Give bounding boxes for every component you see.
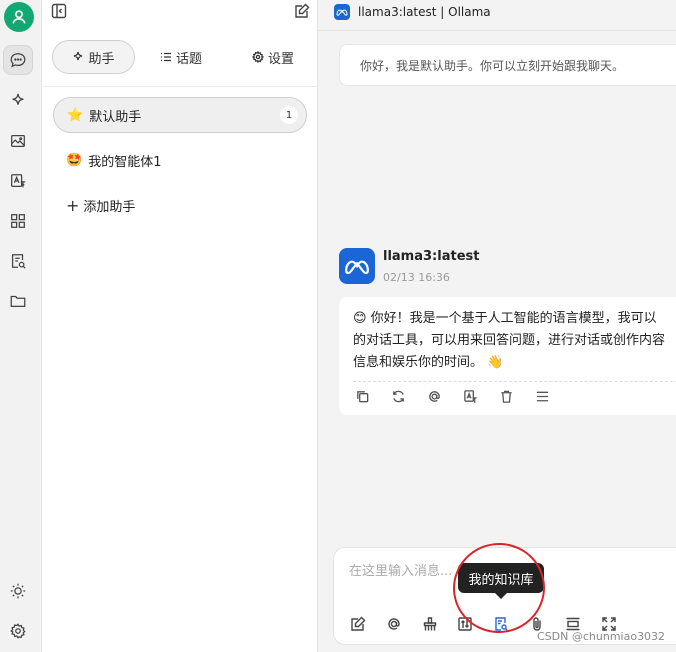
translate-icon xyxy=(11,174,26,188)
tab-topics[interactable]: 话题 xyxy=(152,40,210,74)
sparkle-icon xyxy=(74,51,83,61)
greeting-message: 你好，我是默认助手。你可以立刻开始跟我聊天。 xyxy=(339,44,676,86)
translate-nav-icon[interactable] xyxy=(3,166,33,196)
list-icon xyxy=(160,52,171,62)
meta-logo-icon xyxy=(334,4,350,20)
grid-icon xyxy=(11,214,25,228)
knowledge-nav-icon[interactable] xyxy=(3,246,33,276)
image-nav-icon[interactable] xyxy=(3,126,33,156)
assistant-panel: 助手 话题 设置 ⭐ 默认助手 1 🤩 我的智能体1 + 添加助手 xyxy=(42,0,318,652)
star-struck-icon: 🤩 xyxy=(66,152,83,168)
tab-assistant-label: 助手 xyxy=(88,51,115,67)
assistant-item-agent[interactable]: 🤩 我的智能体1 xyxy=(53,142,307,178)
panel-tabs: 助手 话题 设置 xyxy=(52,40,310,76)
translate-button[interactable] xyxy=(463,389,478,408)
plus-icon: + xyxy=(66,195,80,215)
sidebar-toggle-icon[interactable] xyxy=(51,3,67,19)
new-chat-icon[interactable] xyxy=(294,3,310,19)
knowledge-search-icon xyxy=(11,254,26,269)
mention-model-button[interactable] xyxy=(384,614,404,634)
tab-settings[interactable]: 设置 xyxy=(240,40,306,74)
chat-nav-icon[interactable] xyxy=(3,45,33,75)
mention-button[interactable] xyxy=(427,389,442,408)
message-line: 😊 你好！我是一个基于人工智能的语言模型，我可以 xyxy=(353,311,657,326)
meta-logo-icon xyxy=(345,260,369,274)
model-avatar xyxy=(339,248,375,284)
regenerate-button[interactable] xyxy=(391,389,406,408)
message-timestamp: 02/13 16:36 xyxy=(383,271,450,284)
apps-nav-icon[interactable] xyxy=(3,206,33,236)
edit-icon xyxy=(351,616,366,631)
tab-settings-label: 设置 xyxy=(267,51,294,67)
message-input[interactable]: 在这里输入消息... xyxy=(349,560,452,579)
sparkle-nav-icon[interactable] xyxy=(3,86,33,116)
new-topic-button[interactable] xyxy=(348,614,368,634)
assistant-name: 默认助手 xyxy=(89,109,142,125)
divider xyxy=(42,86,318,87)
image-icon xyxy=(11,134,25,148)
menu-icon xyxy=(536,391,549,402)
settings-nav-icon[interactable] xyxy=(3,616,33,646)
chat-bubble-icon xyxy=(10,53,26,68)
assistant-item-default[interactable]: ⭐ 默认助手 1 xyxy=(53,97,307,133)
greeting-text: 你好，我是默认助手。你可以立刻开始跟我聊天。 xyxy=(360,58,625,73)
gear-icon xyxy=(10,623,26,639)
header-divider xyxy=(318,30,676,31)
user-avatar[interactable] xyxy=(4,2,34,32)
trash-icon xyxy=(501,390,512,403)
more-button[interactable] xyxy=(535,389,550,408)
star-icon: ⭐ xyxy=(67,107,84,123)
message-line: 信息和娱乐你的时间。 👋 xyxy=(353,355,504,370)
theme-toggle[interactable] xyxy=(3,576,33,606)
tab-assistant[interactable]: 助手 xyxy=(52,40,135,74)
add-assistant-label: 添加助手 xyxy=(83,199,136,215)
broom-icon xyxy=(423,617,437,631)
user-icon xyxy=(12,10,26,24)
add-assistant-button[interactable]: + 添加助手 xyxy=(53,187,307,223)
sun-icon xyxy=(10,583,26,599)
at-icon xyxy=(429,391,440,402)
clear-button[interactable] xyxy=(420,614,440,634)
gear-icon xyxy=(251,51,264,63)
chat-header: llama3:latest | Ollama xyxy=(318,0,676,24)
message-line: 的对话工具，可以用来回答问题，进行对话或创作内容 xyxy=(353,333,666,348)
files-nav-icon[interactable] xyxy=(3,286,33,316)
assistant-message-bubble: 😊 你好！我是一个基于人工智能的语言模型，我可以 的对话工具，可以用来回答问题，… xyxy=(339,297,676,415)
translate-icon xyxy=(464,390,477,403)
folder-icon xyxy=(10,295,26,308)
sparkle-icon xyxy=(12,93,24,105)
copy-icon xyxy=(357,391,369,403)
at-icon xyxy=(388,618,400,630)
chat-title: llama3:latest | Ollama xyxy=(358,5,491,19)
copy-button[interactable] xyxy=(355,389,370,408)
panel-toolbar xyxy=(42,0,317,24)
icon-rail xyxy=(0,0,42,652)
watermark: CSDN @chunmiao3032 xyxy=(537,630,666,643)
tab-topics-label: 话题 xyxy=(175,51,202,67)
topic-count-badge: 1 xyxy=(280,106,298,124)
assistant-name: 我的智能体1 xyxy=(88,154,162,170)
delete-button[interactable] xyxy=(499,389,514,408)
message-divider xyxy=(353,381,676,382)
model-name: llama3:latest xyxy=(383,249,480,264)
refresh-icon xyxy=(393,390,404,403)
